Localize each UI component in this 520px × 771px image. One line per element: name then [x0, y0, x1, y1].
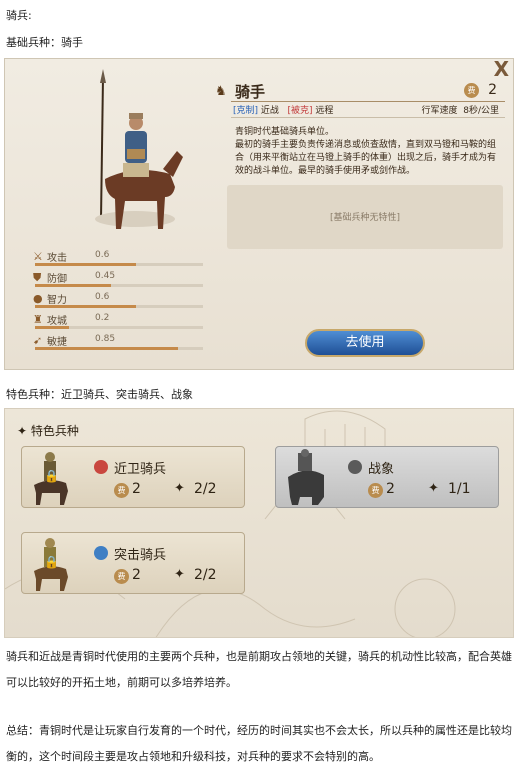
stat-value: 0.2 — [95, 313, 110, 323]
lock-icon: 🔒 — [44, 469, 59, 483]
stat-bar — [35, 263, 203, 266]
unit-name-row: ♞ 骑手 费 2 — [213, 81, 503, 101]
unit-card-name: 近卫骑兵 — [114, 462, 167, 477]
stat-label: 防御 — [47, 274, 67, 285]
use-button[interactable]: 去使用 — [305, 329, 425, 357]
heading-special-units: 特色兵种：近卫骑兵、突击骑兵、战象 — [6, 388, 193, 401]
special-units-title: ✦ 特色兵种 — [17, 424, 79, 438]
unit-card-cost: 2 — [132, 481, 141, 497]
unit-card-name: 战象 — [368, 462, 395, 477]
war-elephant-illustration — [288, 449, 324, 505]
unit-cost: 2 — [488, 82, 497, 98]
stat-bar-fill — [35, 284, 111, 287]
stat-siege: ♜ 攻城 0.2 — [33, 312, 203, 332]
stat-label: 敏捷 — [47, 337, 67, 348]
star-icon: ✦ — [174, 481, 185, 496]
tag-counter-label: [克制] — [233, 106, 259, 116]
trait-text: [基础兵种无特性] — [329, 213, 401, 223]
stat-value: 0.6 — [95, 250, 110, 260]
heading-basic-unit: 基础兵种：骑手 — [6, 36, 83, 49]
unit-card-guard-cavalry[interactable]: 🔒 近卫骑兵 费 2 ✦ 2/2 — [21, 446, 245, 508]
unit-detail-panel: X ⚔ 攻击 0.6 ⛊ 防御 0.45 ● 智力 0.6 ♜ 攻城 0.2 ➹ — [4, 58, 514, 370]
stat-bar-fill — [35, 263, 136, 266]
paragraph-cavalry: 骑兵和近战是青铜时代使用的主要两个兵种，也是前期攻占领地的关键，骑兵的机动性比较… — [6, 650, 512, 689]
cost-coin-icon: 费 — [464, 83, 479, 98]
stat-agility: ➹ 敏捷 0.85 — [33, 333, 203, 353]
divider — [231, 117, 505, 118]
stat-value: 0.6 — [95, 292, 110, 302]
rider-illustration — [95, 69, 183, 229]
counter-tags: [克制] 近战 [被克] 远程 — [233, 103, 333, 116]
stat-bar-fill — [35, 326, 69, 329]
unit-description: 青铜时代基础骑兵单位。 最初的骑手主要负责传递消息或侦查敌情，直到双马镫和马鞍的… — [235, 127, 497, 176]
unit-name: 骑手 — [235, 83, 266, 101]
sword-badge-icon — [94, 460, 108, 474]
stat-bar — [35, 326, 203, 329]
unit-card-ratio: 2/2 — [194, 481, 217, 497]
trait-box: [基础兵种无特性] — [227, 185, 503, 249]
unit-card-ratio: 2/2 — [194, 567, 217, 583]
speed-value: 8秒/公里 — [463, 106, 499, 116]
shield-badge-icon — [348, 460, 362, 474]
stat-label: 攻击 — [47, 253, 67, 264]
section-title-text: 特色兵种 — [30, 424, 79, 438]
unit-card-cost: 2 — [386, 481, 395, 497]
sword-icon: ⚔ — [33, 250, 43, 263]
unit-card-assault-cavalry[interactable]: 🔒 突击骑兵 费 2 ✦ 2/2 — [21, 532, 245, 594]
tag-counter-value: 近战 — [260, 106, 279, 116]
star-icon: ✦ — [174, 567, 185, 582]
unit-card-war-elephant[interactable]: 战象 费 2 ✦ 1/1 — [275, 446, 499, 508]
divider — [231, 101, 505, 102]
stat-bar — [35, 284, 203, 287]
lock-icon: 🔒 — [44, 555, 59, 569]
stat-defense: ⛊ 防御 0.45 — [33, 270, 203, 290]
shield-icon: ⛊ — [33, 271, 42, 284]
stat-bar — [35, 347, 203, 350]
close-icon[interactable]: X — [494, 59, 509, 81]
unit-card-name: 突击骑兵 — [114, 548, 167, 563]
march-speed: 行军速度 8秒/公里 — [421, 103, 499, 116]
tag-countered-value: 远程 — [315, 106, 334, 116]
star-icon: ✦ — [428, 481, 439, 496]
stat-value: 0.45 — [95, 271, 116, 281]
cost-coin-icon: 费 — [368, 483, 383, 498]
special-units-panel: ✦ 特色兵种 🔒 近卫骑兵 费 2 ✦ 2/2 战象 费 2 ✦ 1/1 🔒 突… — [4, 408, 514, 638]
speed-label: 行军速度 — [421, 106, 458, 116]
stat-bar — [35, 305, 203, 308]
shield-badge-icon — [94, 546, 108, 560]
cost-coin-icon: 费 — [114, 569, 129, 584]
stat-bar-fill — [35, 305, 136, 308]
unit-card-cost: 2 — [132, 567, 141, 583]
background-sketch — [5, 410, 456, 637]
brain-icon: ● — [33, 292, 43, 305]
unit-card-ratio: 1/1 — [448, 481, 471, 497]
stat-bar-fill — [35, 347, 178, 350]
tag-countered-label: [被克] — [287, 106, 313, 116]
stat-attack: ⚔ 攻击 0.6 — [33, 249, 203, 269]
stat-intelligence: ● 智力 0.6 — [33, 291, 203, 311]
stat-value: 0.85 — [95, 334, 116, 344]
stat-label: 攻城 — [47, 316, 67, 327]
heading-cavalry: 骑兵: — [6, 9, 32, 22]
stat-label: 智力 — [47, 295, 67, 306]
paragraph-summary: 总结：青铜时代是让玩家自行发育的一个时代，经历的时间其实也不会太长，所以兵种的属… — [6, 724, 512, 763]
arrow-icon: ➹ — [33, 334, 43, 347]
horse-icon: ♞ — [215, 84, 227, 99]
castle-icon: ♜ — [33, 313, 43, 326]
cost-coin-icon: 费 — [114, 483, 129, 498]
